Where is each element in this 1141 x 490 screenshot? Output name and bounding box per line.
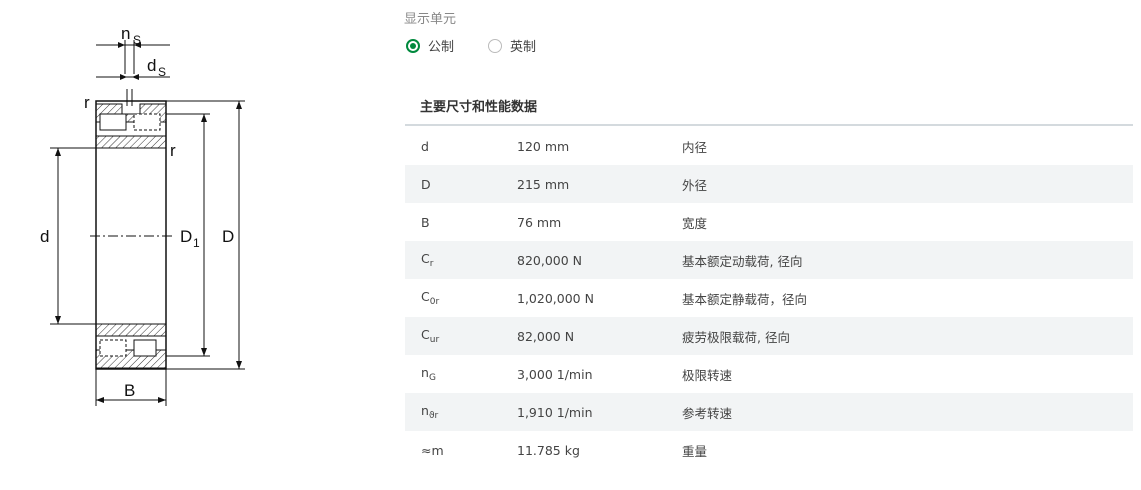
row-description: 疲劳极限载荷, 径向 <box>682 329 790 345</box>
row-description: 参考转速 <box>682 405 733 421</box>
r-label-side: r <box>170 141 176 160</box>
r-label-top: r <box>84 93 90 112</box>
row-symbol-main: C <box>421 327 430 342</box>
row-symbol-subscript: G <box>428 373 436 383</box>
row-symbol-subscript: r <box>429 259 434 269</box>
bearing-drawing: n S d S r r d D 1 D B <box>30 14 270 414</box>
row-symbol-main: D <box>421 176 431 192</box>
table-row: nG 3,000 1/min 极限转速 <box>405 355 1133 393</box>
row-symbol-main: C <box>421 289 430 304</box>
table-row: C0r 1,020,000 N 基本额定静载荷，径向 <box>405 279 1133 317</box>
title-divider <box>405 124 1133 126</box>
ns-subscript: S <box>133 33 141 47</box>
row-value: 820,000 N <box>517 252 583 268</box>
row-description: 重量 <box>682 443 708 459</box>
row-symbol-main: n <box>421 403 429 418</box>
units-option-metric[interactable]: 公制 <box>406 36 454 55</box>
d-label: d <box>40 227 49 246</box>
units-label: 显示单元 <box>404 12 457 27</box>
section-title: 主要尺寸和性能数据 <box>420 100 538 115</box>
table-row: D 215 mm 外径 <box>405 165 1133 203</box>
row-value: 76 mm <box>517 214 562 230</box>
table-row: B 76 mm 宽度 <box>405 203 1133 241</box>
table-row: Cur 82,000 N 疲劳极限载荷, 径向 <box>405 317 1133 355</box>
units-option-imperial[interactable]: 英制 <box>488 36 536 55</box>
radio-unselected-icon[interactable] <box>488 38 503 53</box>
row-symbol-subscript: ϑr <box>428 411 439 421</box>
top-ring-section <box>95 89 167 149</box>
d-dimension: d <box>40 147 96 325</box>
row-symbol: C0r <box>405 289 517 307</box>
ds-label: d <box>147 56 156 75</box>
row-symbol: d <box>405 139 517 154</box>
row-symbol: Cur <box>405 327 517 345</box>
ds-dimension: d S <box>96 56 170 80</box>
ds-subscript: S <box>158 65 166 79</box>
units-radio-group: 公制 英制 <box>406 36 536 55</box>
table-row: Cr 820,000 N 基本额定动载荷, 径向 <box>405 241 1133 279</box>
row-symbol-main: ≈m <box>421 442 444 458</box>
row-symbol-main: d <box>421 138 429 154</box>
row-description: 内径 <box>682 139 708 155</box>
row-value: 1,910 1/min <box>517 404 593 420</box>
row-value: 120 mm <box>517 138 570 154</box>
row-symbol: Cr <box>405 251 517 269</box>
row-description: 基本额定动载荷, 径向 <box>682 253 803 269</box>
row-symbol-main: B <box>421 214 430 230</box>
radio-selected-icon[interactable] <box>406 38 420 53</box>
units-option-metric-label: 公制 <box>428 40 455 55</box>
outer-d-label: D <box>222 227 234 246</box>
row-description: 外径 <box>682 177 708 193</box>
row-value: 3,000 1/min <box>517 366 593 382</box>
row-symbol: D <box>405 177 517 192</box>
row-symbol: B <box>405 215 517 230</box>
d1-label: D <box>180 227 192 246</box>
row-symbol: nϑr <box>405 403 517 421</box>
row-description: 极限转速 <box>682 367 733 383</box>
row-description: 宽度 <box>682 215 708 231</box>
row-symbol-main: C <box>421 251 430 266</box>
table-row: ≈m 11.785 kg 重量 <box>405 431 1133 469</box>
bearing-cross-section-svg: n S d S r r d D 1 D B <box>40 24 245 406</box>
b-dimension: B <box>95 369 167 406</box>
row-symbol-subscript: 0r <box>429 297 440 307</box>
row-symbol-main: n <box>421 365 429 380</box>
b-label: B <box>124 381 135 400</box>
row-symbol: ≈m <box>405 443 517 458</box>
row-symbol: nG <box>405 365 517 383</box>
table-row: d 120 mm 内径 <box>405 127 1133 165</box>
outer-d-dimension: D <box>166 100 245 370</box>
table-row: nϑr 1,910 1/min 参考转速 <box>405 393 1133 431</box>
row-value: 1,020,000 N <box>517 290 594 306</box>
row-symbol-subscript: ur <box>429 335 440 345</box>
row-value: 11.785 kg <box>517 442 580 458</box>
units-option-imperial-label: 英制 <box>510 40 537 55</box>
row-value: 215 mm <box>517 176 570 192</box>
row-value: 82,000 N <box>517 328 575 344</box>
spec-table: d 120 mm 内径 D 215 mm 外径 B 76 mm 宽度 Cr 820,000 N 基本额… <box>405 127 1133 469</box>
ns-label: n <box>121 24 130 43</box>
row-description: 基本额定静载荷，径向 <box>682 291 808 307</box>
d1-subscript: 1 <box>193 236 200 250</box>
